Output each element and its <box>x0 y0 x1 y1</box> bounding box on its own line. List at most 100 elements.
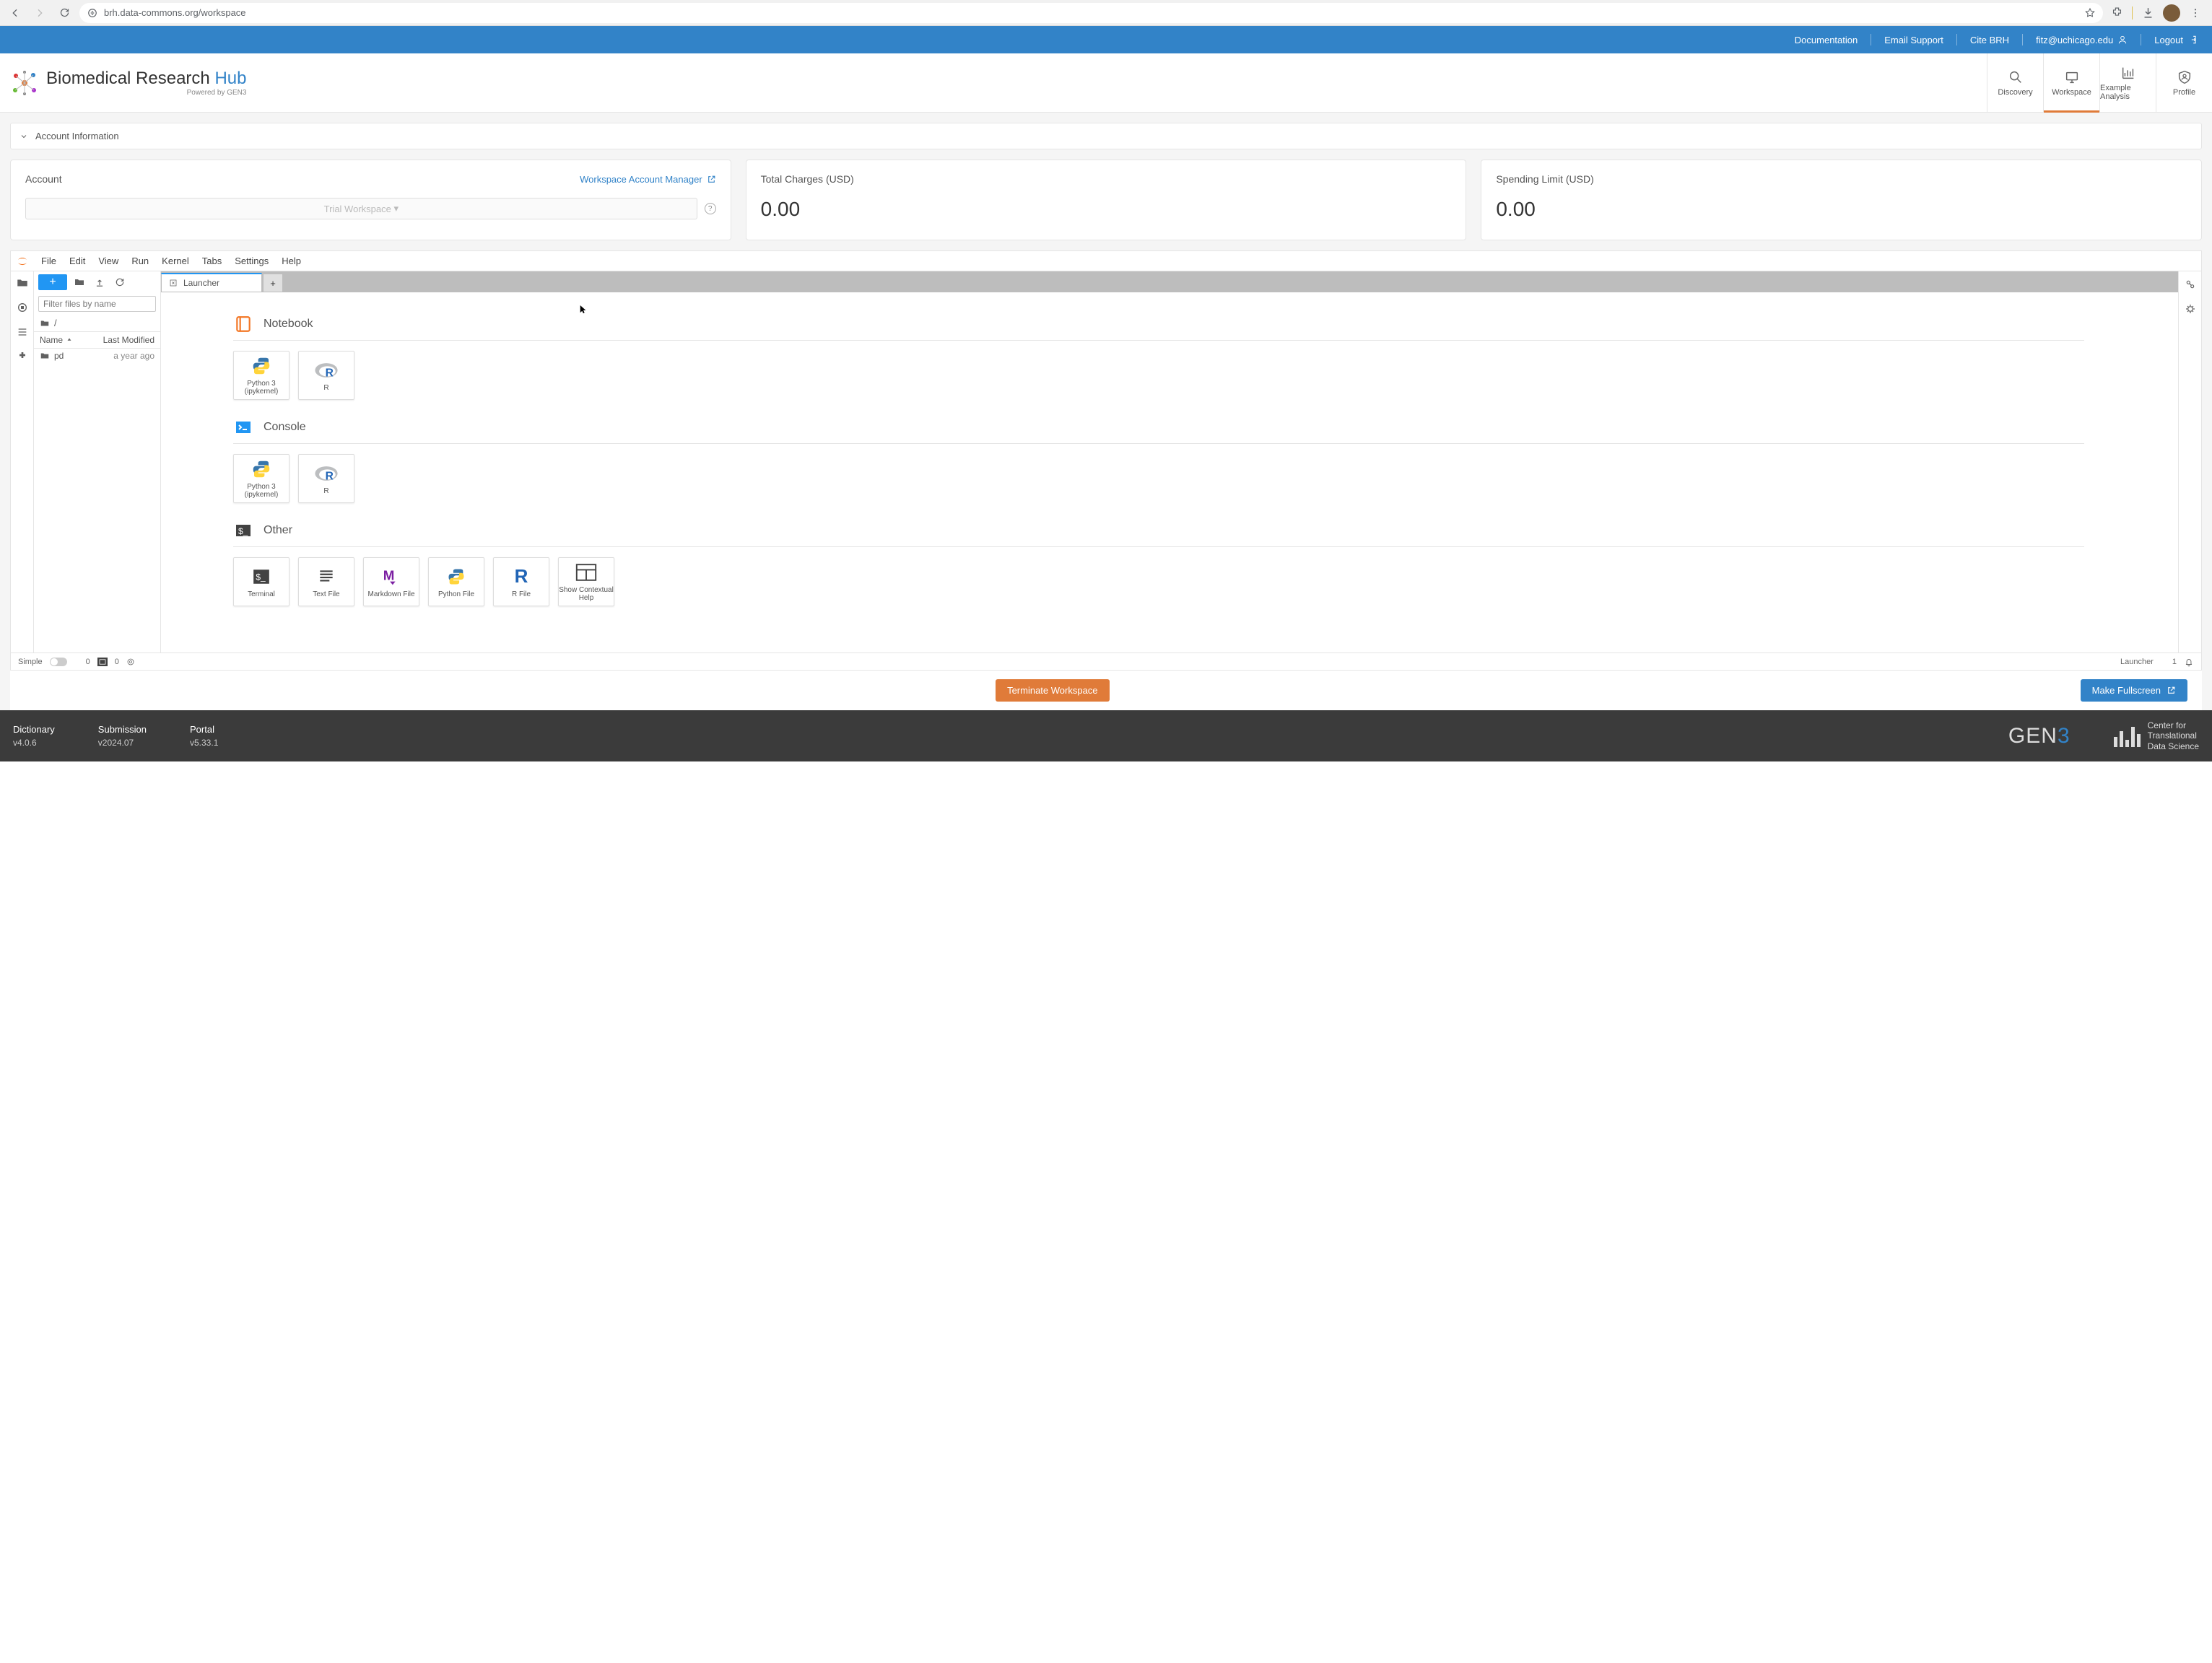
terminal-card[interactable]: $_ Terminal <box>233 557 289 606</box>
console-section: Console Python 3 (ipykernel) R R <box>233 417 2178 503</box>
footer-dict-label: Dictionary <box>13 724 55 735</box>
menu-tabs[interactable]: Tabs <box>196 253 227 269</box>
python-icon <box>249 355 274 377</box>
address-bar[interactable]: brh.data-commons.org/workspace <box>79 3 2103 23</box>
file-filter[interactable] <box>38 296 156 312</box>
status-count-2: 0 <box>115 658 119 666</box>
menu-file[interactable]: File <box>35 253 62 269</box>
account-info-toggle[interactable]: Account Information <box>10 123 2202 149</box>
forward-button[interactable] <box>30 4 49 22</box>
nav-label: Profile <box>2173 88 2195 97</box>
reload-button[interactable] <box>55 4 74 22</box>
contextual-help-card[interactable]: Show Contextual Help <box>558 557 614 606</box>
nav-workspace[interactable]: Workspace <box>2043 53 2099 112</box>
menu-help[interactable]: Help <box>276 253 307 269</box>
breadcrumb[interactable]: / <box>34 315 160 331</box>
extensions-icon[interactable] <box>2109 5 2125 21</box>
refresh-button[interactable] <box>112 274 128 290</box>
running-icon[interactable] <box>15 300 30 315</box>
url-text: brh.data-commons.org/workspace <box>104 7 2078 18</box>
text-file-card[interactable]: Text File <box>298 557 354 606</box>
cards-row: Account Workspace Account Manager Trial … <box>10 160 2202 240</box>
status-pill-icon[interactable] <box>97 658 108 666</box>
nav-profile[interactable]: Profile <box>2156 53 2212 112</box>
main-area: Launcher + Notebook Python 3 (ipy <box>161 271 2178 652</box>
menu-run[interactable]: Run <box>126 253 154 269</box>
col-modified[interactable]: Last Modified <box>97 332 160 348</box>
footer-portal-version: v5.33.1 <box>190 738 218 748</box>
console-r-card[interactable]: R R <box>298 454 354 503</box>
new-folder-button[interactable] <box>71 274 87 290</box>
email-support-link[interactable]: Email Support <box>1884 35 1943 45</box>
svg-text:$_: $_ <box>238 526 248 536</box>
property-inspector-icon[interactable] <box>2183 277 2198 292</box>
python-icon <box>249 458 274 480</box>
documentation-link[interactable]: Documentation <box>1795 35 1858 45</box>
browser-chrome: brh.data-commons.org/workspace <box>0 0 2212 26</box>
file-row[interactable]: pd a year ago <box>34 349 160 363</box>
col-name[interactable]: Name <box>34 332 97 348</box>
markdown-file-card[interactable]: M Markdown File <box>363 557 419 606</box>
upload-button[interactable] <box>92 274 108 290</box>
app-header: Biomedical Research Hub Powered by GEN3 … <box>0 53 2212 113</box>
separator <box>1956 34 1957 45</box>
downloads-icon[interactable] <box>2140 5 2156 21</box>
card-label: Markdown File <box>367 590 414 598</box>
new-launcher-button[interactable]: + <box>38 274 67 290</box>
menu-kernel[interactable]: Kernel <box>156 253 195 269</box>
r-icon: R <box>314 359 339 381</box>
card-label: Terminal <box>248 590 275 598</box>
file-name: pd <box>54 351 64 361</box>
new-tab-button[interactable]: + <box>264 274 282 292</box>
notebook-python3-card[interactable]: Python 3 (ipykernel) <box>233 351 289 400</box>
menu-view[interactable]: View <box>92 253 124 269</box>
menu-icon[interactable] <box>2187 5 2203 21</box>
content-wrap: Account Information Account Workspace Ac… <box>0 113 2212 710</box>
menu-settings[interactable]: Settings <box>229 253 274 269</box>
python-file-card[interactable]: Python File <box>428 557 484 606</box>
workspace-action-bar: Terminate Workspace Make Fullscreen <box>10 671 2202 710</box>
r-file-card[interactable]: R R File <box>493 557 549 606</box>
folder-icon[interactable] <box>15 276 30 290</box>
site-info-icon[interactable] <box>87 7 98 19</box>
terminate-workspace-button[interactable]: Terminate Workspace <box>996 679 1109 702</box>
info-icon[interactable]: ? <box>705 203 716 214</box>
simple-toggle[interactable] <box>50 658 67 666</box>
console-section-icon <box>233 417 253 437</box>
star-icon[interactable] <box>2084 7 2096 19</box>
notebook-r-card[interactable]: R R <box>298 351 354 400</box>
gen3-logo: GEN3 <box>2008 724 2071 748</box>
status-target-icon[interactable] <box>126 658 135 666</box>
user-chip[interactable]: fitz@uchicago.edu <box>2036 35 2128 45</box>
nav-example-analysis[interactable]: Example Analysis <box>2099 53 2156 112</box>
bell-icon[interactable] <box>2184 657 2194 667</box>
cite-link[interactable]: Cite BRH <box>1970 35 2009 45</box>
file-filter-input[interactable] <box>43 299 155 309</box>
ctds-bars-icon <box>2114 725 2141 747</box>
launcher-pane: Notebook Python 3 (ipykernel) R R <box>161 292 2178 652</box>
total-charges-value: 0.00 <box>761 198 1452 221</box>
status-launcher-label: Launcher <box>2120 658 2154 666</box>
tab-launcher[interactable]: Launcher <box>161 273 262 292</box>
card-label: Text File <box>313 590 339 598</box>
toc-icon[interactable] <box>15 325 30 339</box>
workspace-account-manager-link[interactable]: Workspace Account Manager <box>580 174 716 185</box>
nav-discovery[interactable]: Discovery <box>1987 53 2043 112</box>
ctds-line1: Center for <box>2148 720 2199 730</box>
brand[interactable]: Biomedical Research Hub Powered by GEN3 <box>10 69 246 97</box>
spending-limit-label: Spending Limit (USD) <box>1496 173 1593 185</box>
make-fullscreen-button[interactable]: Make Fullscreen <box>2081 679 2187 702</box>
profile-avatar[interactable] <box>2163 4 2180 22</box>
menu-edit[interactable]: Edit <box>64 253 91 269</box>
debugger-icon[interactable] <box>2183 302 2198 316</box>
account-select[interactable]: Trial Workspace ▾ <box>25 198 697 219</box>
tab-label: Launcher <box>183 278 219 288</box>
console-python3-card[interactable]: Python 3 (ipykernel) <box>233 454 289 503</box>
svg-text:R: R <box>326 367 334 379</box>
back-button[interactable] <box>6 4 25 22</box>
extension-icon[interactable] <box>15 349 30 364</box>
contextual-help-icon <box>574 562 598 583</box>
logout-label: Logout <box>2154 35 2183 45</box>
logout-link[interactable]: Logout <box>2154 35 2198 45</box>
total-charges-card: Total Charges (USD) 0.00 <box>746 160 1467 240</box>
